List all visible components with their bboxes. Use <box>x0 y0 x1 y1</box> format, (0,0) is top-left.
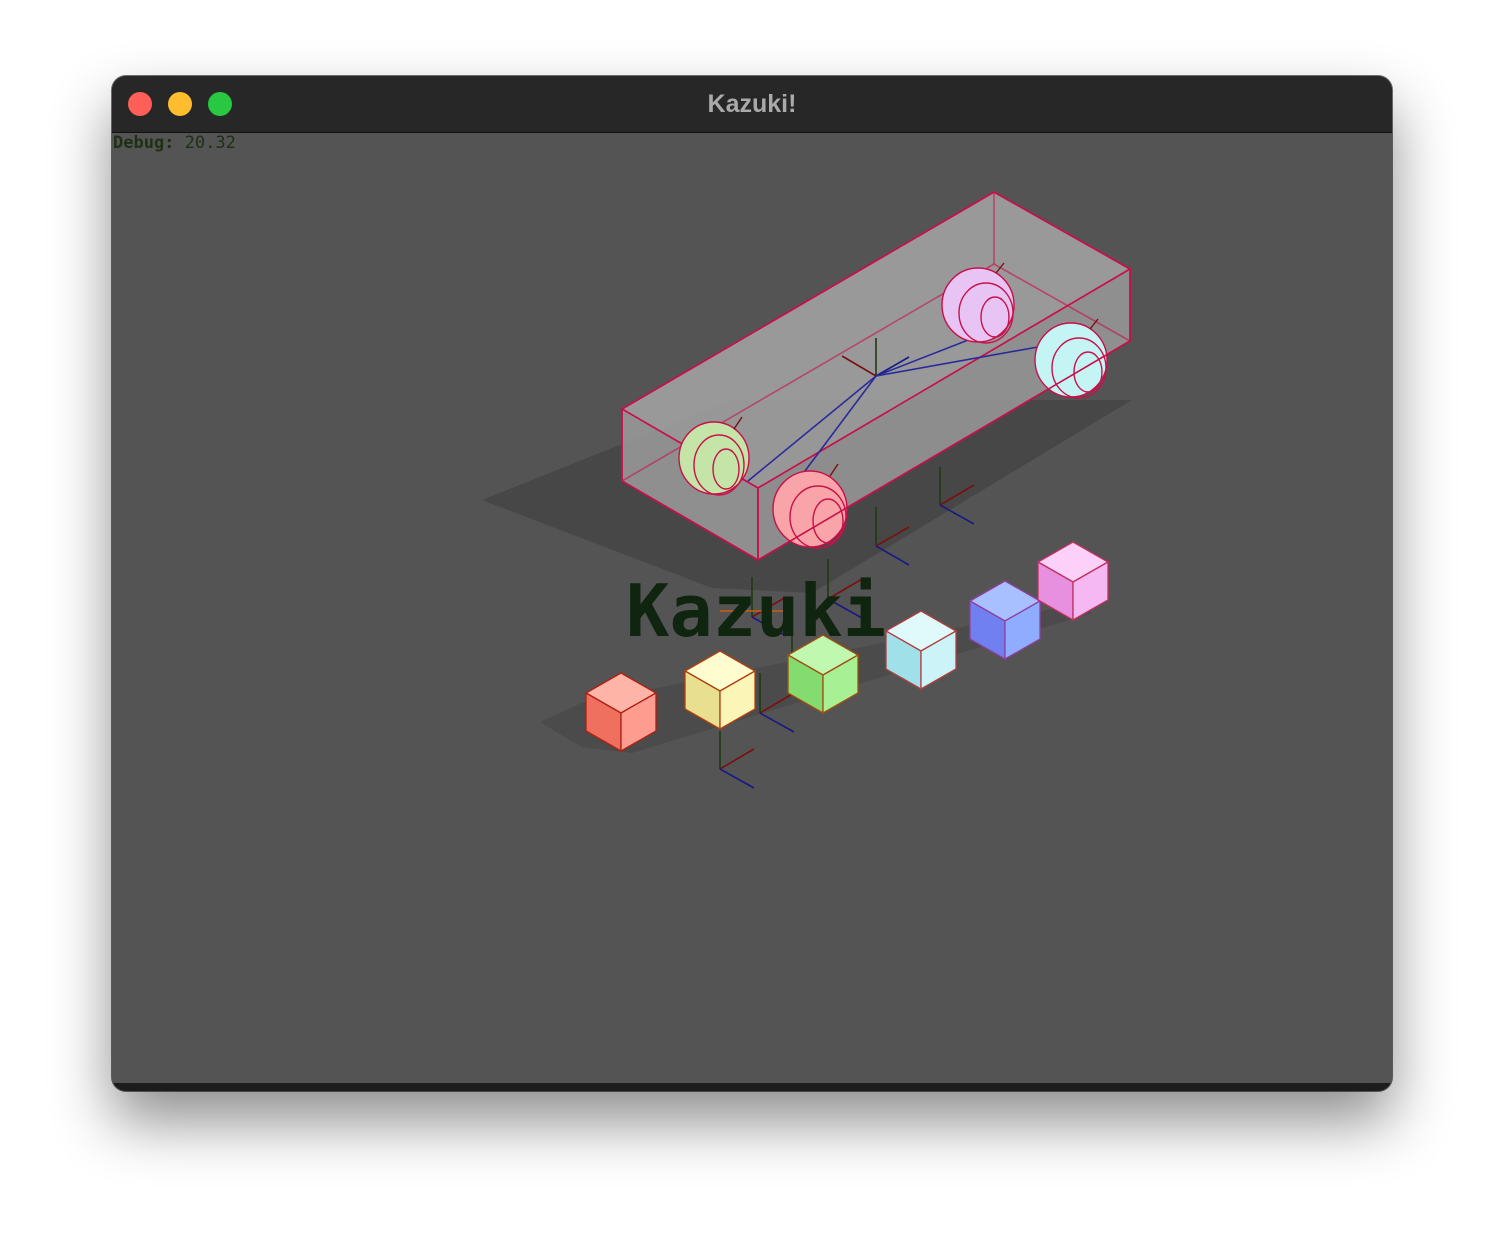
title-bar: Kazuki! <box>112 76 1392 133</box>
window-bottom-edge <box>112 1083 1392 1091</box>
axes-marker <box>719 731 755 789</box>
cube-pink <box>1036 541 1110 622</box>
scene-text-label: Kazuki <box>626 569 886 653</box>
cube-blue <box>968 580 1042 661</box>
debug-value: 20.32 <box>184 133 236 153</box>
app-window: Kazuki! Kazuki Debug: 20.32 <box>112 76 1392 1091</box>
scene-canvas: Kazuki <box>482 191 1132 789</box>
render-viewport[interactable]: Kazuki Debug: 20.32 <box>112 133 1392 1083</box>
window-title: Kazuki! <box>707 90 797 118</box>
debug-label: Debug: <box>113 133 175 153</box>
cube-cyan <box>884 610 958 691</box>
debug-readout: Debug: 20.32 <box>113 133 236 153</box>
